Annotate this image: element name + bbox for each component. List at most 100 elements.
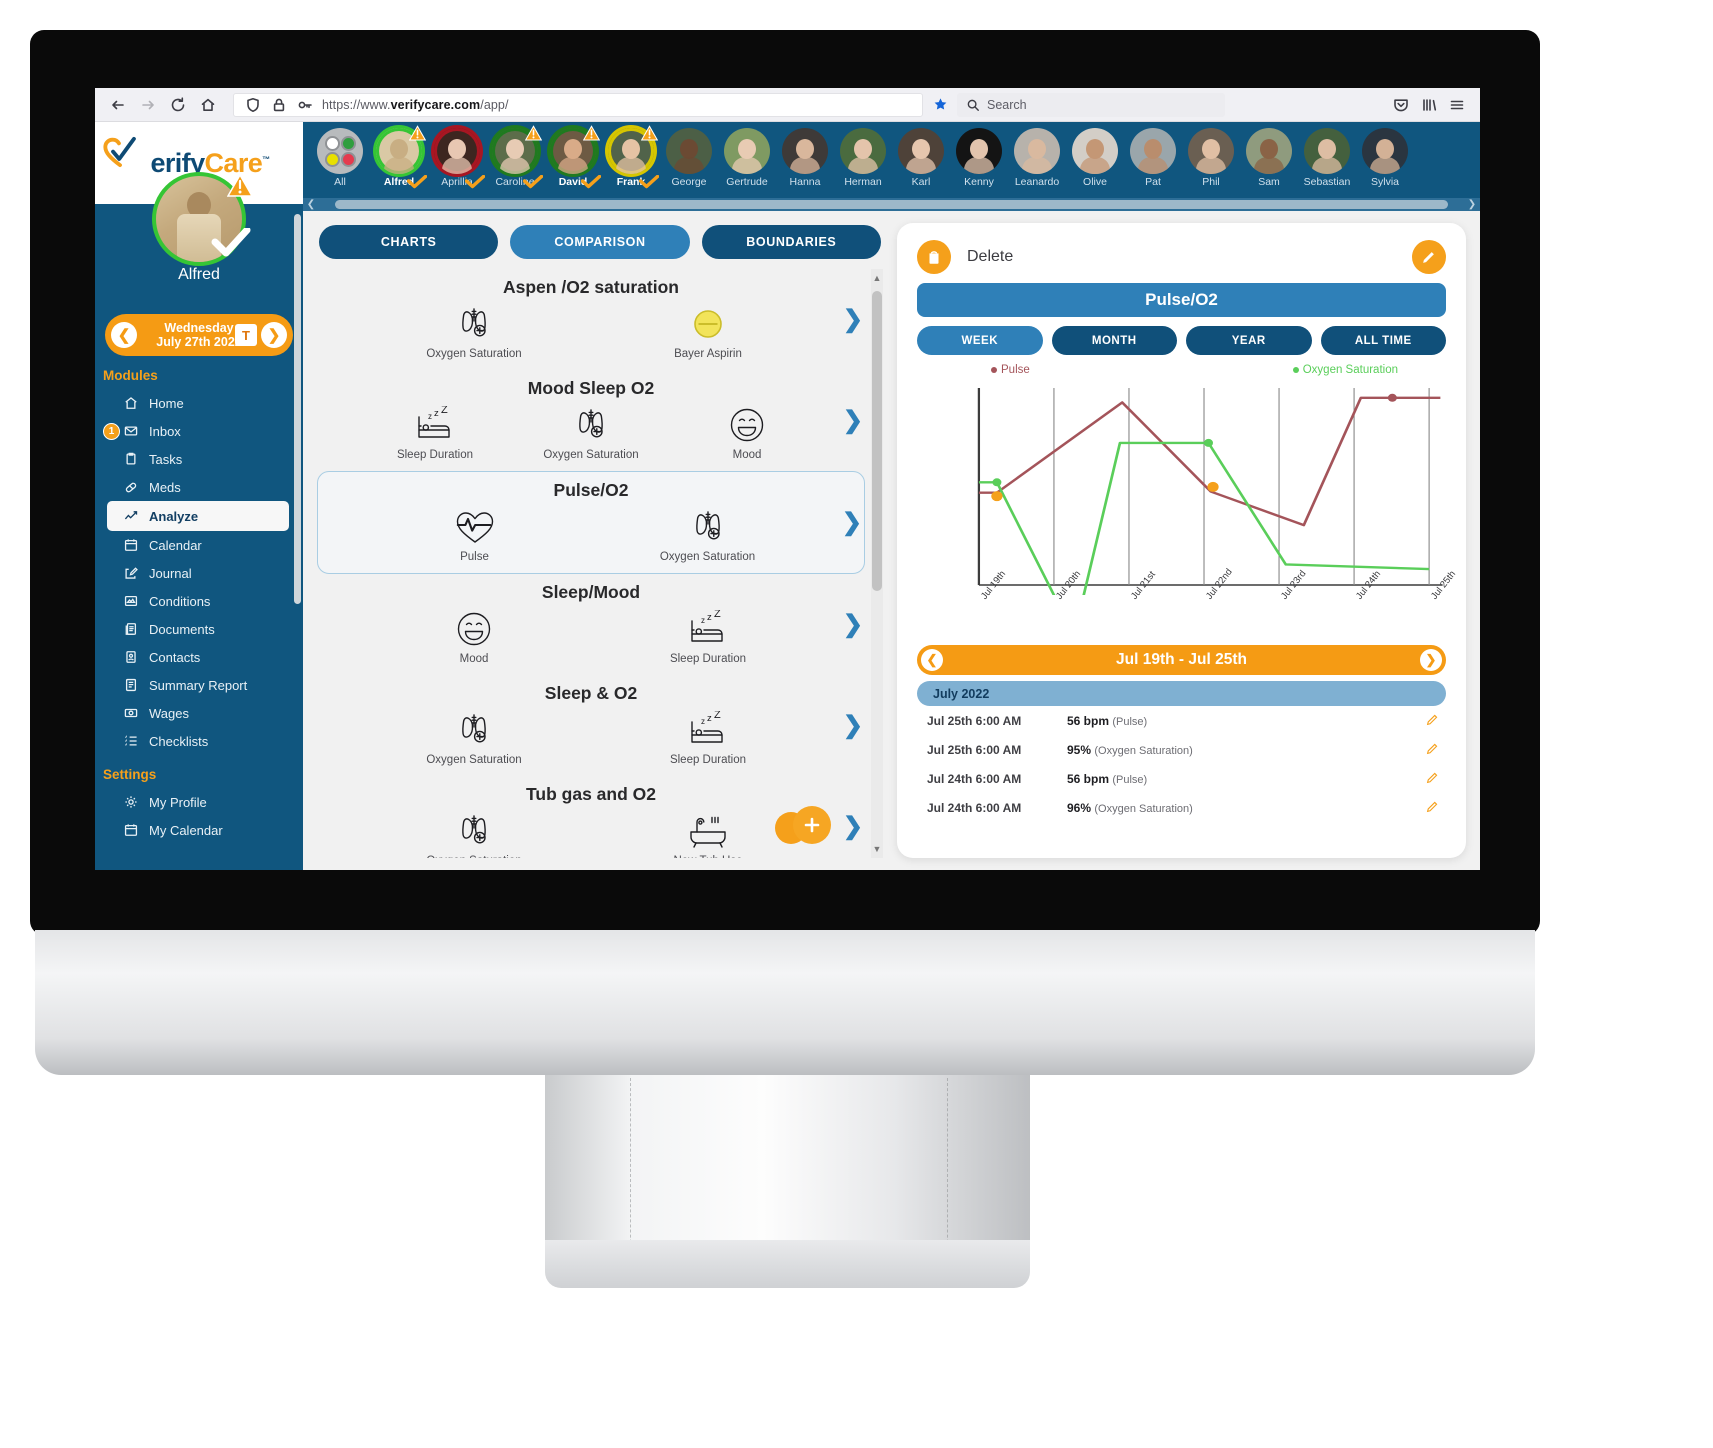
person-sebastian[interactable]: Sebastian xyxy=(1298,128,1356,188)
reading-row[interactable]: Jul 25th 6:00 AM 56 bpm (Pulse) xyxy=(917,706,1446,735)
sidebar-item-wages[interactable]: Wages xyxy=(95,699,303,727)
today-badge[interactable]: T xyxy=(235,324,257,346)
sidebar-item-analyze[interactable]: Analyze xyxy=(107,501,289,531)
range-tab-month[interactable]: MONTH xyxy=(1051,326,1177,355)
chart-list-scroll-thumb[interactable] xyxy=(872,291,882,591)
metric-bayer-aspirin[interactable]: Bayer Aspirin xyxy=(633,302,783,360)
range-tab-all-time[interactable]: ALL TIME xyxy=(1320,326,1446,355)
sidebar-item-conditions[interactable]: Conditions xyxy=(95,587,303,615)
open-group-arrow[interactable]: ❯ xyxy=(842,510,862,535)
chart-group-mood-sleep-o2[interactable]: Mood Sleep O2 zzZ Sleep Duration Oxygen … xyxy=(317,370,865,471)
pocket-icon[interactable] xyxy=(1388,92,1414,118)
person-aprillia[interactable]: Aprillia xyxy=(428,128,486,189)
metric-oxygen-saturation[interactable]: Oxygen Saturation xyxy=(516,403,666,461)
person-caroline[interactable]: Caroline xyxy=(486,125,544,189)
open-group-arrow[interactable]: ❯ xyxy=(843,612,863,637)
sidebar-item-calendar[interactable]: Calendar xyxy=(95,531,303,559)
tab-charts[interactable]: CHARTS xyxy=(319,225,499,259)
week-navigator[interactable]: ❮ Jul 19th - Jul 25th ❯ xyxy=(917,645,1446,675)
open-group-arrow[interactable]: ❯ xyxy=(843,814,863,839)
sidebar-item-checklists[interactable]: Checklists xyxy=(95,727,303,755)
search-input[interactable]: Search xyxy=(957,92,1225,117)
sidebar-item-my-profile[interactable]: My Profile xyxy=(95,788,303,816)
sidebar-item-journal[interactable]: Journal xyxy=(95,559,303,587)
back-arrow-icon[interactable] xyxy=(105,92,131,118)
sidebar-item-home[interactable]: Home xyxy=(95,389,303,417)
tab-boundaries[interactable]: BOUNDARIES xyxy=(701,225,881,259)
home-icon[interactable] xyxy=(195,92,221,118)
edit-reading-button[interactable] xyxy=(1425,741,1440,759)
person-alfred[interactable]: Alfred xyxy=(370,125,428,189)
reading-row[interactable]: Jul 24th 6:00 AM 56 bpm (Pulse) xyxy=(917,764,1446,793)
person-karl[interactable]: Karl xyxy=(892,128,950,188)
edit-reading-button[interactable] xyxy=(1425,770,1440,788)
sidebar-scrollbar[interactable] xyxy=(294,214,301,604)
prev-day-button[interactable]: ❮ xyxy=(111,322,137,348)
chart-group-sleep-o2[interactable]: Sleep & O2 Oxygen Saturation zzZ Sleep D… xyxy=(317,675,865,776)
person-sylvia[interactable]: Sylvia xyxy=(1356,128,1414,188)
person-leanardo[interactable]: Leanardo xyxy=(1008,128,1066,188)
delete-button[interactable] xyxy=(917,240,951,274)
reload-icon[interactable] xyxy=(165,92,191,118)
edit-reading-button[interactable] xyxy=(1425,799,1440,817)
sidebar-item-inbox[interactable]: 1 Inbox xyxy=(95,417,303,445)
range-tab-week[interactable]: WEEK xyxy=(917,326,1043,355)
person-george[interactable]: George xyxy=(660,128,718,188)
fab-primary[interactable] xyxy=(793,806,831,844)
person-all[interactable]: All xyxy=(311,128,369,188)
person-sam[interactable]: Sam xyxy=(1240,128,1298,188)
reading-row[interactable]: Jul 24th 6:00 AM 96% (Oxygen Saturation) xyxy=(917,793,1446,822)
metric-pulse[interactable]: Pulse xyxy=(400,505,550,563)
prev-week-button[interactable]: ❮ xyxy=(921,649,943,671)
person-gertrude[interactable]: Gertrude xyxy=(718,128,776,188)
metric-oxygen-saturation[interactable]: Oxygen Saturation xyxy=(399,809,549,858)
chart-list-scrollbar[interactable]: ▲ ▼ xyxy=(871,269,883,858)
edit-reading-button[interactable] xyxy=(1425,712,1440,730)
person-olive[interactable]: Olive xyxy=(1066,128,1124,188)
person-hanna[interactable]: Hanna xyxy=(776,128,834,188)
sidebar-item-summary-report[interactable]: Summary Report xyxy=(95,671,303,699)
sidebar-item-documents[interactable]: Documents xyxy=(95,615,303,643)
person-kenny[interactable]: Kenny xyxy=(950,128,1008,188)
add-entry-fab[interactable] xyxy=(775,806,831,844)
sidebar-item-meds[interactable]: Meds xyxy=(95,473,303,501)
metric-sleep-duration[interactable]: zzZ Sleep Duration xyxy=(633,607,783,665)
chart-group-pulse-o2[interactable]: Pulse/O2 Pulse Oxygen Saturation ❯ xyxy=(317,471,865,574)
metric-mood[interactable]: Mood xyxy=(672,403,822,461)
person-herman[interactable]: Herman xyxy=(834,128,892,188)
chart-list-scroll-down[interactable]: ▼ xyxy=(872,844,882,854)
open-group-arrow[interactable]: ❯ xyxy=(843,307,863,332)
sidebar-item-tasks[interactable]: Tasks xyxy=(95,445,303,473)
scroll-thumb[interactable] xyxy=(335,200,1448,209)
metric-oxygen-saturation[interactable]: Oxygen Saturation xyxy=(399,708,549,766)
open-group-arrow[interactable]: ❯ xyxy=(843,408,863,433)
chart-list-scroll-up[interactable]: ▲ xyxy=(872,273,882,283)
next-week-button[interactable]: ❯ xyxy=(1420,649,1442,671)
metric-sleep-duration[interactable]: zzZ Sleep Duration xyxy=(633,708,783,766)
reading-row[interactable]: Jul 25th 6:00 AM 95% (Oxygen Saturation) xyxy=(917,735,1446,764)
next-day-button[interactable]: ❯ xyxy=(261,322,287,348)
address-bar[interactable]: https://www.verifycare.com/app/ xyxy=(233,92,923,117)
person-phil[interactable]: Phil xyxy=(1182,128,1240,188)
forward-arrow-icon[interactable] xyxy=(135,92,161,118)
scroll-left-arrow[interactable]: ❮ xyxy=(303,199,319,210)
tab-comparison[interactable]: COMPARISON xyxy=(510,225,690,259)
open-group-arrow[interactable]: ❯ xyxy=(843,713,863,738)
people-bar-scrollbar[interactable]: ❮ ❯ xyxy=(303,198,1480,211)
bookmark-star-icon[interactable] xyxy=(927,97,953,112)
menu-icon[interactable] xyxy=(1444,92,1470,118)
person-frank[interactable]: Frank xyxy=(602,125,660,189)
library-icon[interactable] xyxy=(1416,92,1442,118)
metric-new-tub-use[interactable]: New Tub Use xyxy=(633,809,783,858)
metric-mood[interactable]: Mood xyxy=(399,607,549,665)
chart-group-sleep-mood[interactable]: Sleep/Mood Mood zzZ Sleep Duration ❯ xyxy=(317,574,865,675)
person-david[interactable]: David xyxy=(544,125,602,189)
range-tab-year[interactable]: YEAR xyxy=(1186,326,1312,355)
date-navigator[interactable]: ❮ Wednesday July 27th 2022 T ❯ xyxy=(105,314,293,356)
edit-button[interactable] xyxy=(1412,240,1446,274)
metric-oxygen-saturation[interactable]: Oxygen Saturation xyxy=(633,505,783,563)
person-pat[interactable]: Pat xyxy=(1124,128,1182,188)
sidebar-item-contacts[interactable]: Contacts xyxy=(95,643,303,671)
scroll-right-arrow[interactable]: ❯ xyxy=(1464,199,1480,210)
metric-oxygen-saturation[interactable]: Oxygen Saturation xyxy=(399,302,549,360)
